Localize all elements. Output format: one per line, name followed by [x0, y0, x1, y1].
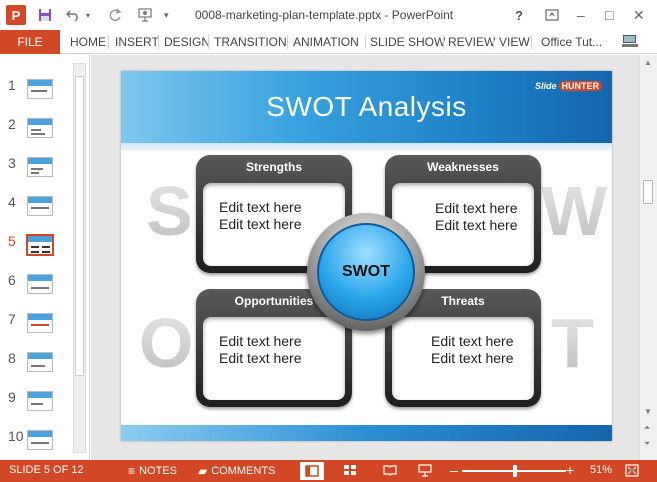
slide-thumbnail-5[interactable] [26, 234, 54, 256]
weaknesses-heading: Weaknesses [427, 160, 499, 174]
tab-transition[interactable]: TRANSITION [209, 30, 292, 54]
thumb-number: 7 [8, 311, 16, 327]
reading-view-button[interactable] [383, 464, 397, 476]
thumb-number: 2 [8, 116, 16, 132]
fit-to-window-icon [625, 464, 639, 477]
tab-animation[interactable]: ANIMATION [288, 30, 364, 54]
letter-t: T [551, 304, 594, 382]
slidehunter-logo: Slide HUNTER [535, 81, 602, 91]
undo-dropdown-icon[interactable]: ▾ [86, 6, 90, 24]
zoom-level[interactable]: 51% [590, 464, 612, 476]
slide-thumbnail-pane: 1 2 3 4 5 6 7 8 9 10 [0, 55, 90, 460]
thumb-number: 1 [8, 77, 16, 93]
thumb-number-active: 5 [8, 233, 16, 249]
slide-counter: SLIDE 5 OF 12 [9, 464, 84, 476]
slide-title[interactable]: SWOT Analysis [121, 91, 612, 123]
normal-view-button[interactable] [300, 462, 324, 480]
comments-button[interactable]: ▰ COMMENTS [198, 464, 275, 478]
threats-text-2[interactable]: Edit text here [431, 350, 514, 367]
strengths-text-2[interactable]: Edit text here [219, 216, 302, 233]
slide-thumbnail-1[interactable] [27, 79, 53, 99]
thumb-number: 6 [8, 272, 16, 288]
close-button[interactable]: ✕ [633, 6, 645, 24]
scroll-up-icon[interactable]: ▲ [644, 58, 652, 67]
fit-slide-button[interactable] [625, 464, 639, 477]
zoom-slider[interactable] [462, 465, 566, 477]
undo-icon[interactable] [66, 6, 80, 24]
notes-button[interactable]: ≡ NOTES [128, 464, 177, 478]
letter-w: W [541, 172, 608, 250]
ribbon-display-options-icon[interactable] [545, 6, 559, 24]
zoom-out-button[interactable]: – [450, 462, 458, 478]
thumb-number: 8 [8, 350, 16, 366]
tab-insert[interactable]: INSERT [110, 30, 164, 54]
slide-show-button[interactable] [418, 464, 432, 477]
tab-file[interactable]: FILE [0, 30, 60, 54]
strengths-text-1[interactable]: Edit text here [219, 199, 302, 216]
swot-center-label: SWOT [342, 263, 390, 280]
thumb-number: 10 [8, 428, 24, 444]
comment-icon: ▰ [198, 464, 208, 478]
save-icon[interactable] [38, 6, 52, 24]
zoom-in-button[interactable]: + [566, 462, 574, 478]
opportunities-text-1[interactable]: Edit text here [219, 333, 302, 350]
letter-o: O [139, 304, 194, 382]
tab-view[interactable]: VIEW [494, 30, 535, 54]
minimize-button[interactable]: – [577, 6, 585, 24]
window-title: 0008-marketing-plan-template.pptx - Powe… [195, 8, 454, 22]
strengths-heading: Strengths [245, 160, 302, 174]
weaknesses-text-1[interactable]: Edit text here [435, 200, 518, 217]
thumb-number: 3 [8, 155, 16, 171]
slide-thumbnail-8[interactable] [27, 352, 53, 372]
next-slide-icon[interactable]: ⏷ [644, 439, 650, 449]
slide-canvas[interactable]: SWOT Analysis Slide HUNTER S W O T Streng… [121, 71, 612, 441]
reading-view-icon [383, 465, 397, 476]
letter-s: S [146, 172, 193, 250]
slide-thumbnail-3[interactable] [27, 157, 53, 177]
thumb-number: 4 [8, 194, 16, 210]
account-avatar-icon[interactable] [621, 32, 639, 50]
slide-thumbnail-10[interactable] [27, 430, 53, 450]
notes-icon: ≡ [128, 464, 136, 478]
slide-thumbnail-6[interactable] [27, 274, 53, 294]
slide-show-icon [418, 464, 432, 477]
slide-subheader-band [121, 143, 612, 151]
ribbon-tabs: FILE HOME INSERT DESIGN TRANSITION ANIMA… [0, 30, 657, 54]
restore-button[interactable]: □ [605, 6, 613, 24]
slide-scrollbar[interactable]: ▲ ▼ ⏶ ⏷ [639, 55, 657, 460]
account-name[interactable]: Office Tut... [536, 30, 607, 54]
slide-thumbnail-2[interactable] [27, 118, 53, 138]
present-icon[interactable] [137, 6, 153, 24]
status-bar: SLIDE 5 OF 12 ≡ NOTES ▰ COMMENTS – + 51% [0, 460, 657, 482]
swot-center-ring[interactable]: SWOT [307, 213, 425, 331]
scroll-down-icon[interactable]: ▼ [644, 407, 652, 416]
slide-sorter-icon [344, 465, 356, 475]
slide-thumbnail-4[interactable] [27, 196, 53, 216]
swot-center-circle: SWOT [317, 223, 415, 321]
customize-toolbar-icon[interactable]: ▾ [164, 6, 169, 24]
slide-sorter-button[interactable] [343, 464, 357, 476]
threats-text-1[interactable]: Edit text here [431, 333, 514, 350]
tab-design[interactable]: DESIGN [159, 30, 215, 54]
slide-thumbnail-9[interactable] [27, 391, 53, 411]
thumb-number: 9 [8, 389, 16, 405]
previous-slide-icon[interactable]: ⏶ [644, 423, 650, 433]
tab-slide-show[interactable]: SLIDE SHOW [365, 30, 450, 54]
opportunities-text-2[interactable]: Edit text here [219, 350, 302, 367]
slide-footer-band [121, 425, 612, 441]
zoom-slider-handle[interactable] [513, 465, 518, 477]
thumbnail-scrollbar[interactable] [73, 63, 86, 453]
title-bar: P ▾ ▾ 0008-marketing-plan-template.pptx … [0, 0, 657, 30]
tab-home[interactable]: HOME [65, 30, 111, 54]
normal-view-icon [305, 465, 319, 477]
tab-review[interactable]: REVIEW [443, 30, 500, 54]
help-button[interactable]: ? [515, 6, 523, 24]
redo-icon[interactable] [108, 6, 122, 24]
slide-thumbnail-7[interactable] [27, 313, 53, 333]
weaknesses-text-2[interactable]: Edit text here [435, 217, 518, 234]
powerpoint-app-icon[interactable]: P [6, 5, 26, 25]
